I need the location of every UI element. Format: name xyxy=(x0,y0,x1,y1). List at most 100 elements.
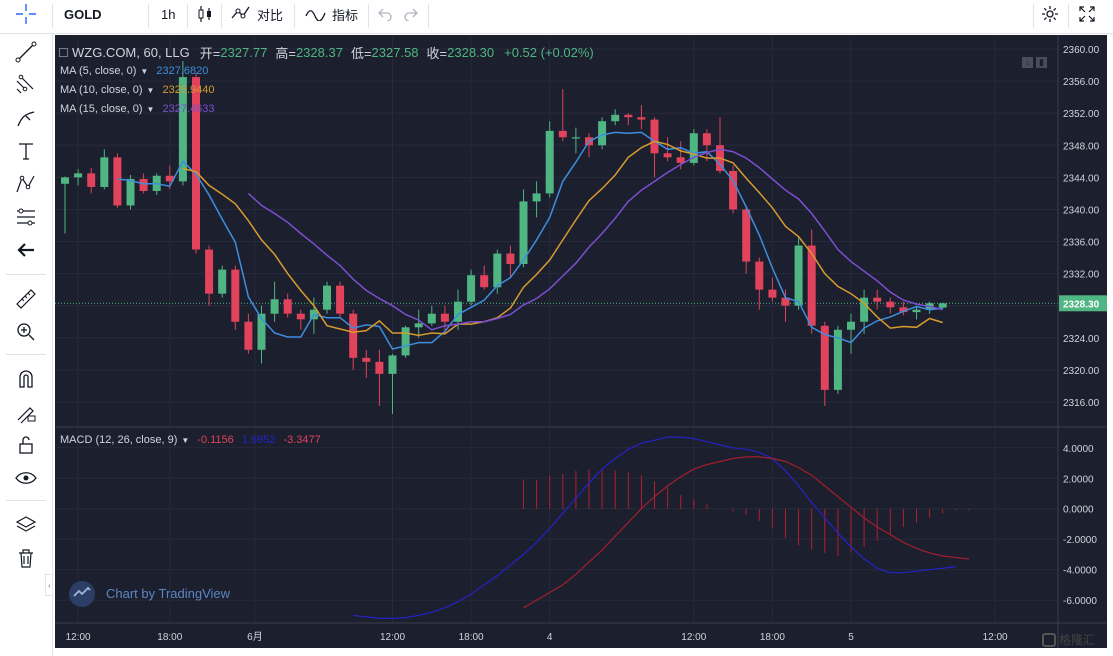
ma10-legend[interactable]: MA (10, close, 0) ▼ 2325.9440 xyxy=(60,84,214,96)
candle-body xyxy=(624,114,633,118)
ma15-legend[interactable]: MA (15, close, 0) ▼ 2327.4633 xyxy=(60,103,214,115)
chart-canvas[interactable]: 2360.00 2356.00 2352.00 2348.00 2344.00 2340.… xyxy=(55,35,1107,648)
macd-signal-value: -3.3477 xyxy=(283,434,321,446)
ma15-menu-icon[interactable]: ▼ xyxy=(147,105,155,114)
back-arrow-icon[interactable] xyxy=(13,237,39,263)
layers-icon[interactable] xyxy=(13,512,39,538)
time-axis-label: 5 xyxy=(848,632,854,643)
ma5-legend[interactable]: MA (5, close, 0) ▼ 2327.6820 xyxy=(60,65,208,77)
close-label: 收= xyxy=(426,46,448,61)
candle-body xyxy=(598,121,607,146)
candle-body xyxy=(912,309,921,313)
macd-label: MACD (12, 26, close, 9) xyxy=(60,434,178,446)
crosshair-icon[interactable] xyxy=(14,0,38,28)
tradingview-watermark[interactable]: Chart by TradingView xyxy=(69,581,231,607)
prediction-icon[interactable] xyxy=(13,204,39,230)
brand-logo-icon xyxy=(1042,632,1056,647)
price-axis-label: 2352.00 xyxy=(1063,109,1100,120)
symbol-legend[interactable]: WZG.COM, 60, LLG 开= 2327.77 高= 2328.37 低= 2… xyxy=(59,43,594,62)
macd-menu-icon[interactable]: ▼ xyxy=(181,436,189,445)
candle-body xyxy=(336,285,345,314)
collapse-toolbar-handle[interactable]: ‹ xyxy=(45,574,53,596)
macd-line-value: 1.6952 xyxy=(241,434,276,446)
time-axis-label: 18:00 xyxy=(157,632,182,643)
macd-axis-label: -6.0000 xyxy=(1063,596,1097,607)
candle-body xyxy=(414,323,423,328)
candle-body xyxy=(401,327,410,356)
candle-body xyxy=(113,157,122,206)
symbol-search-button[interactable]: GOLD xyxy=(64,0,102,28)
candle-body xyxy=(296,313,305,320)
lock-drawing-icon[interactable] xyxy=(13,399,39,425)
candle-body xyxy=(375,361,384,374)
pane-controls[interactable]: ↓ ▮ xyxy=(1022,57,1047,68)
ruler-icon[interactable] xyxy=(13,286,39,312)
open-value: 2327.77 xyxy=(220,45,268,60)
candle-body xyxy=(126,178,135,206)
drawing-toolbar: ‹ xyxy=(0,34,53,656)
candle-body xyxy=(847,321,855,330)
candle-body xyxy=(87,173,96,187)
indicators-button[interactable]: 指标 xyxy=(305,0,358,28)
series-collapse-icon[interactable] xyxy=(59,48,68,57)
high-value: 2328.37 xyxy=(295,45,343,60)
candle-body xyxy=(61,177,69,184)
brand-watermark: 格隆汇 xyxy=(1042,631,1095,648)
ma5-menu-icon[interactable]: ▼ xyxy=(140,67,148,76)
eye-icon[interactable] xyxy=(13,465,39,491)
time-axis-label: 18:00 xyxy=(760,632,785,643)
text-tool-icon[interactable] xyxy=(13,138,39,164)
brush-icon[interactable] xyxy=(13,105,39,131)
candle-body xyxy=(676,157,685,163)
candle-body xyxy=(467,275,476,302)
candle-body xyxy=(349,313,358,358)
undo-icon[interactable] xyxy=(377,0,393,28)
ma-line-15 xyxy=(247,148,943,331)
candle-body xyxy=(545,130,554,194)
high-label: 高= xyxy=(275,46,296,61)
chart-area[interactable]: 2360.00 2356.00 2352.00 2348.00 2344.00 2340.… xyxy=(55,35,1107,648)
price-axis-label: 2356.00 xyxy=(1063,77,1100,88)
low-value: 2327.58 xyxy=(371,45,419,60)
trend-line-icon[interactable] xyxy=(13,39,39,65)
top-toolbar: GOLD 1h 对比 指标 xyxy=(0,0,1113,34)
ma-line-10 xyxy=(182,140,943,337)
candle-body xyxy=(532,193,541,202)
compare-button[interactable]: 对比 xyxy=(230,0,283,28)
pane-maximize-icon[interactable]: ▮ xyxy=(1036,57,1047,68)
ma10-value: 2325.9440 xyxy=(162,84,215,96)
trash-icon[interactable] xyxy=(13,545,39,571)
price-axis-label: 2344.00 xyxy=(1063,173,1100,184)
candle-body xyxy=(283,299,292,314)
fib-retracement-icon[interactable] xyxy=(13,72,39,98)
interval-button[interactable]: 1h xyxy=(161,0,175,28)
candle-style-icon[interactable] xyxy=(196,0,214,28)
macd-line xyxy=(353,436,956,619)
ma10-menu-icon[interactable]: ▼ xyxy=(147,86,155,95)
candle-body xyxy=(558,130,567,138)
zoom-in-icon[interactable] xyxy=(13,319,39,345)
settings-gear-icon[interactable] xyxy=(1040,0,1060,28)
grid xyxy=(55,37,1058,623)
macd-axis-label: -2.0000 xyxy=(1063,535,1097,546)
pattern-icon[interactable] xyxy=(13,171,39,197)
candle-body xyxy=(768,289,777,298)
fullscreen-icon[interactable] xyxy=(1077,0,1097,28)
price-axis-label: 2340.00 xyxy=(1063,205,1100,216)
candle-body xyxy=(663,153,672,158)
price-axis-label: 2320.00 xyxy=(1063,366,1100,377)
unlock-icon[interactable] xyxy=(13,432,39,458)
candle-body xyxy=(231,269,240,322)
axes: 2360.00 2356.00 2352.00 2348.00 2344.00 2340.… xyxy=(55,35,1107,648)
magnet-icon[interactable] xyxy=(13,366,39,392)
time-axis-label: 12:00 xyxy=(983,632,1008,643)
macd-legend[interactable]: MACD (12, 26, close, 9) ▼ -0.1156 1.6952 … xyxy=(60,434,321,446)
low-label: 低= xyxy=(350,46,372,61)
pane-down-icon[interactable]: ↓ xyxy=(1022,57,1033,68)
redo-icon[interactable] xyxy=(403,0,419,28)
candle-body xyxy=(650,119,659,154)
indicators-icon xyxy=(305,5,327,24)
price-axis-label: 2316.00 xyxy=(1063,398,1100,409)
candle-body xyxy=(139,178,148,191)
macd-axis-label: 4.0000 xyxy=(1063,444,1094,455)
